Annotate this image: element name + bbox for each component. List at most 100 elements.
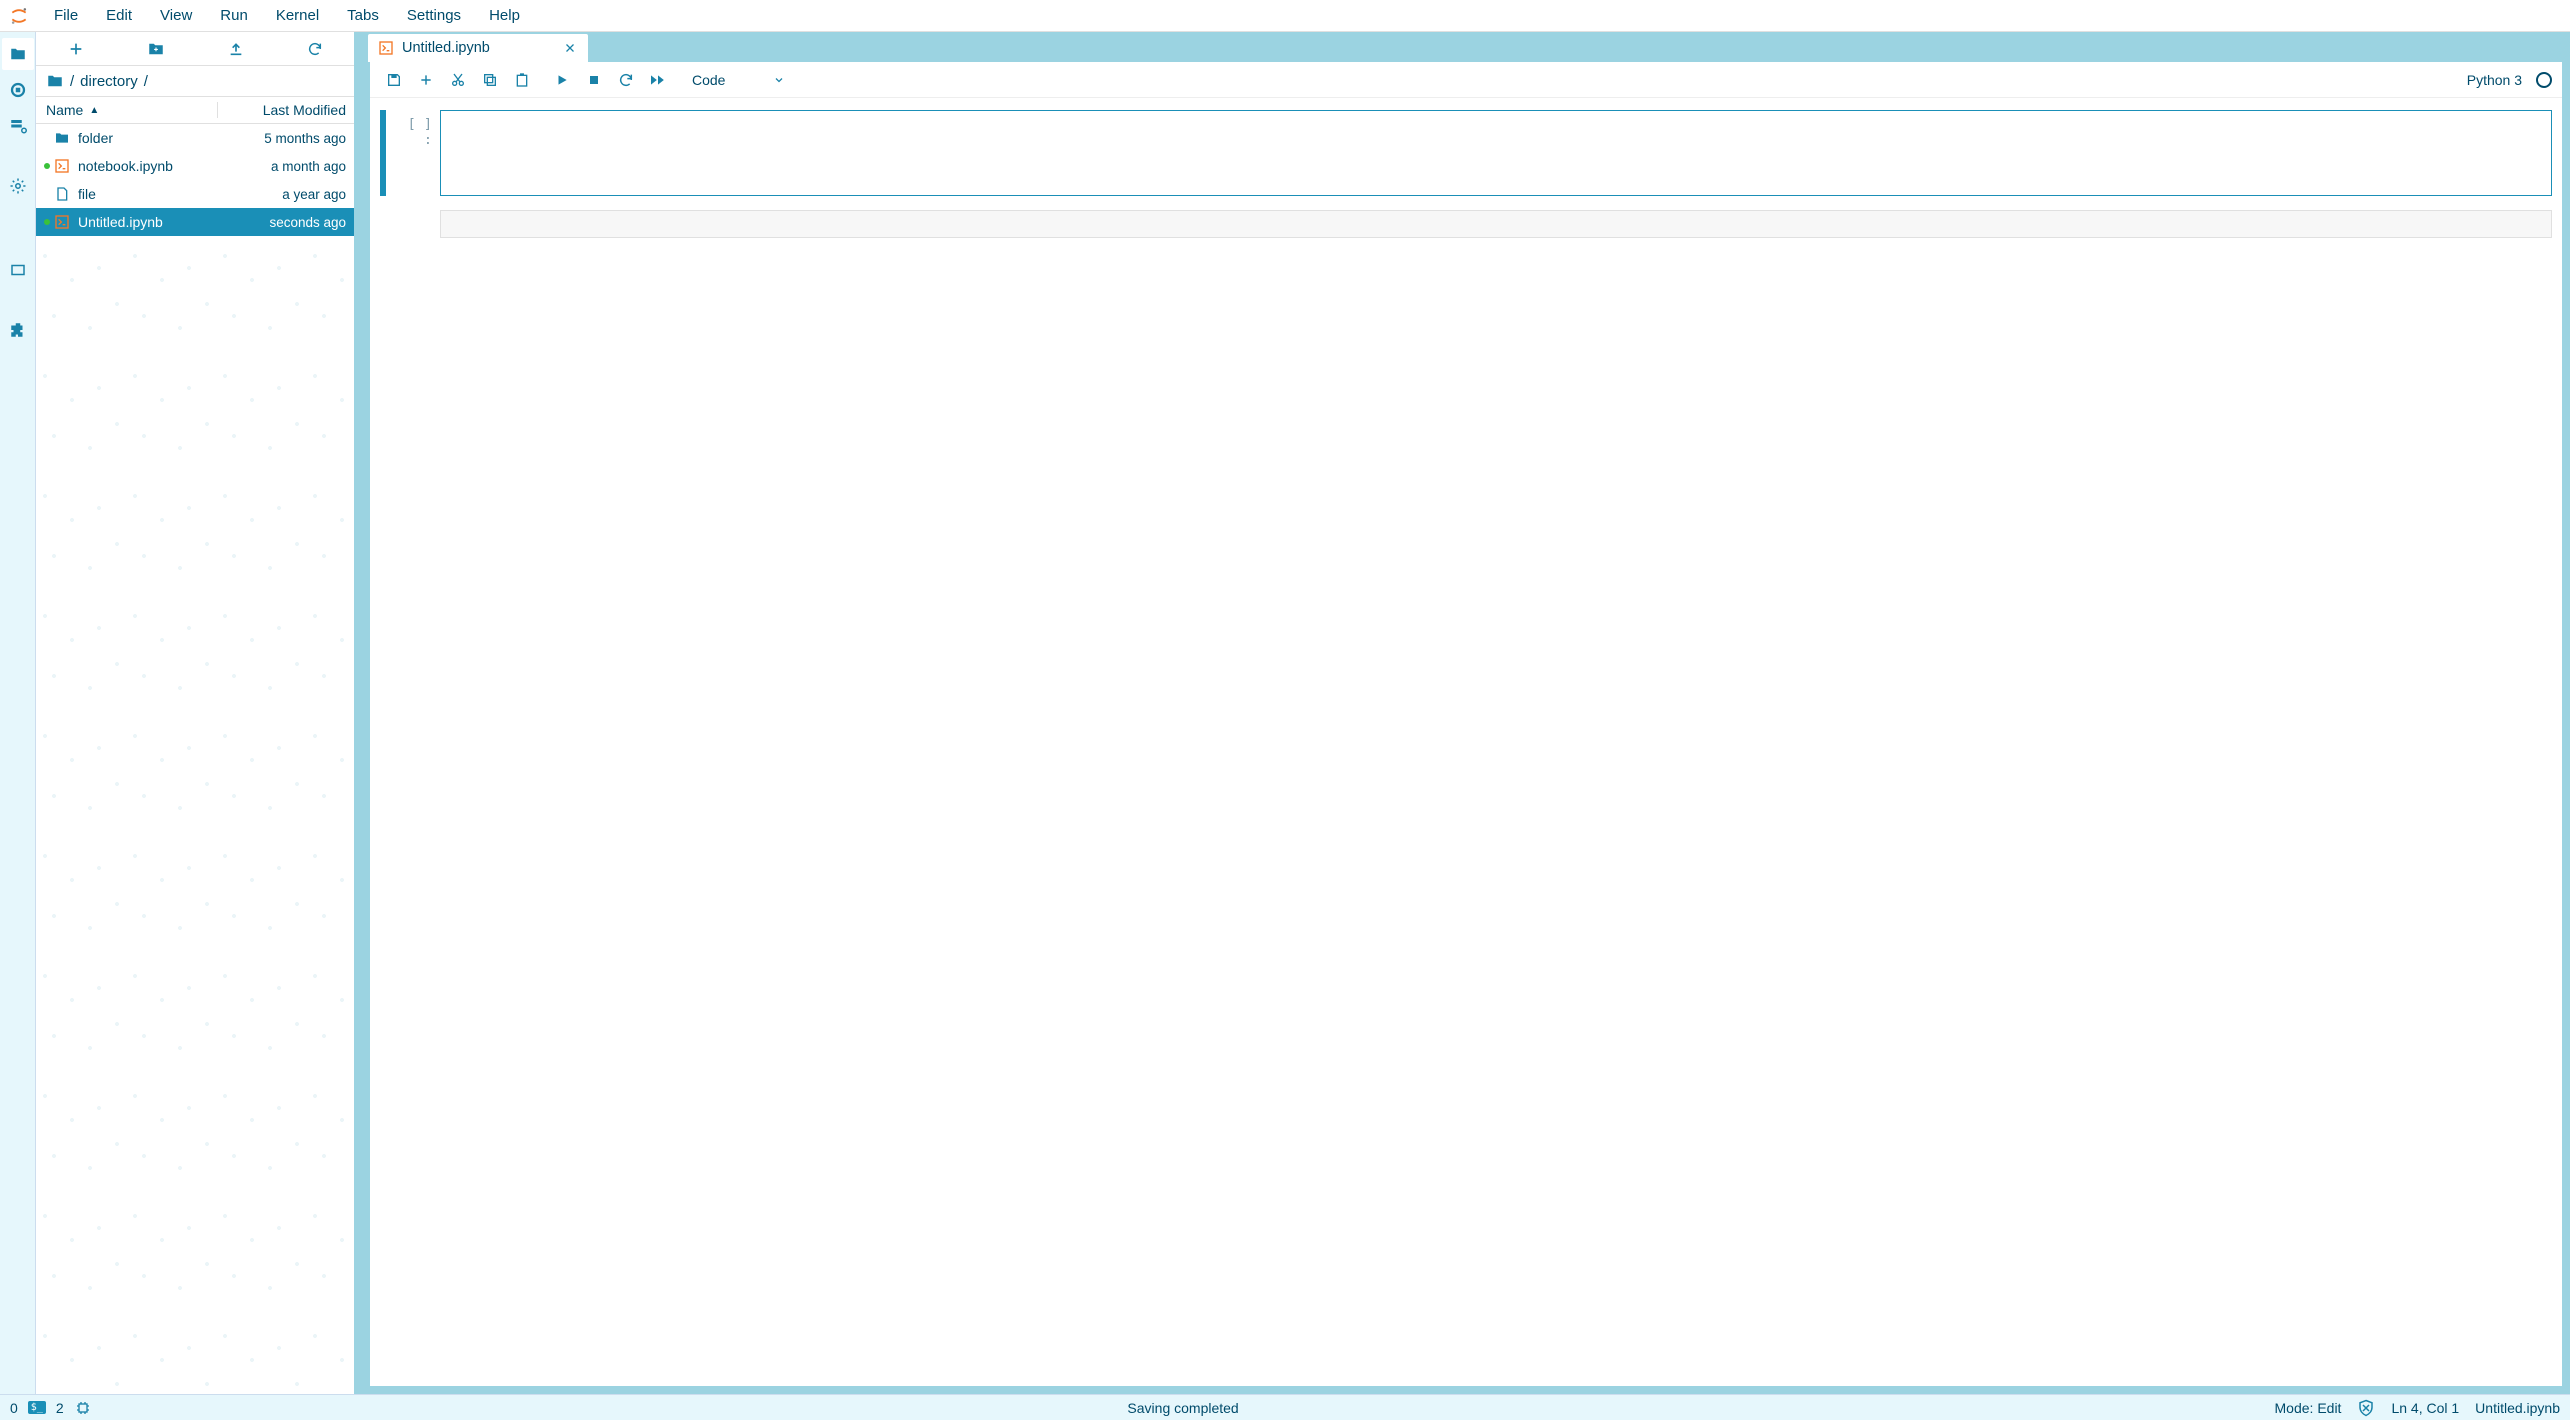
cut-button[interactable] xyxy=(444,66,472,94)
sort-caret-icon: ▲ xyxy=(89,105,99,116)
file-modified: a year ago xyxy=(226,187,346,202)
file-browser-item[interactable]: filea year ago xyxy=(36,180,354,208)
activity-property-inspector[interactable] xyxy=(2,110,34,142)
column-modified[interactable]: Last Modified xyxy=(218,102,354,118)
notebook-toolbar: Code Python 3 xyxy=(370,62,2562,98)
restart-button[interactable] xyxy=(612,66,640,94)
cell-input[interactable] xyxy=(440,210,2552,238)
status-kernels-count[interactable]: 2 xyxy=(56,1400,64,1416)
menu-help[interactable]: Help xyxy=(475,3,534,28)
file-name: file xyxy=(78,186,226,202)
menu-run[interactable]: Run xyxy=(206,3,262,28)
cell-prompt: [ ] : xyxy=(394,110,440,196)
file-browser-toolbar xyxy=(36,32,354,66)
close-icon xyxy=(564,42,576,54)
cell-type-label: Code xyxy=(692,72,725,88)
restart-run-all-button[interactable] xyxy=(644,66,672,94)
notebook-panel: Code Python 3 [ ] : xyxy=(370,62,2562,1386)
breadcrumb-item[interactable]: directory xyxy=(80,73,138,90)
status-cursor[interactable]: Ln 4, Col 1 xyxy=(2391,1400,2459,1416)
status-terminals-count[interactable]: 0 xyxy=(10,1400,18,1416)
file-modified: a month ago xyxy=(226,159,346,174)
file-modified: 5 months ago xyxy=(226,131,346,146)
column-name[interactable]: Name ▲ xyxy=(36,102,218,118)
cell-active-bar xyxy=(380,210,386,238)
activity-settings[interactable] xyxy=(2,170,34,202)
tab-untitled[interactable]: Untitled.ipynb xyxy=(368,34,588,62)
activity-running[interactable] xyxy=(2,74,34,106)
extensions-icon xyxy=(9,321,27,339)
file-browser-list: folder5 months agonotebook.ipynba month … xyxy=(36,124,354,1394)
code-cell[interactable]: [ ] : xyxy=(380,110,2552,196)
file-name: folder xyxy=(78,130,226,146)
work-area: Untitled.ipynb xyxy=(362,32,2570,1394)
notebook-icon xyxy=(378,40,394,56)
settings-gear-icon xyxy=(9,177,27,195)
terminal-icon[interactable]: $_ xyxy=(28,1401,46,1414)
file-browser-item[interactable]: notebook.ipynba month ago xyxy=(36,152,354,180)
status-filename[interactable]: Untitled.ipynb xyxy=(2475,1400,2560,1416)
file-icon xyxy=(54,186,72,202)
file-browser: / directory / Name ▲ Last Modified folde… xyxy=(36,32,362,1394)
menu-kernel[interactable]: Kernel xyxy=(262,3,333,28)
stop-button[interactable] xyxy=(580,66,608,94)
restart-icon xyxy=(618,72,634,88)
folder-icon xyxy=(54,130,72,146)
tab-label: Untitled.ipynb xyxy=(402,40,554,56)
status-message: Saving completed xyxy=(104,1400,2263,1416)
chip-icon[interactable] xyxy=(74,1399,92,1417)
plus-icon xyxy=(419,73,433,87)
file-browser-header: Name ▲ Last Modified xyxy=(36,96,354,124)
activity-filebrowser[interactable] xyxy=(2,38,34,70)
jupyter-logo xyxy=(8,5,30,27)
menu-file[interactable]: File xyxy=(40,3,92,28)
kernel-name[interactable]: Python 3 xyxy=(2467,72,2532,88)
running-dot-icon xyxy=(44,163,50,169)
refresh-icon xyxy=(307,41,323,57)
new-folder-button[interactable] xyxy=(137,36,175,62)
file-browser-item[interactable]: Untitled.ipynbseconds ago xyxy=(36,208,354,236)
menu-view[interactable]: View xyxy=(146,3,206,28)
upload-button[interactable] xyxy=(218,37,254,61)
breadcrumb[interactable]: / directory / xyxy=(36,66,354,96)
notebook-icon xyxy=(54,158,72,174)
paste-button[interactable] xyxy=(508,66,536,94)
insert-cell-button[interactable] xyxy=(412,66,440,94)
folder-icon xyxy=(46,72,64,90)
save-button[interactable] xyxy=(380,66,408,94)
menu-settings[interactable]: Settings xyxy=(393,3,475,28)
copy-button[interactable] xyxy=(476,66,504,94)
tab-bar: Untitled.ipynb xyxy=(362,32,2570,62)
trust-icon[interactable] xyxy=(2357,1399,2375,1417)
tab-close-button[interactable] xyxy=(562,40,578,56)
activity-files-alt[interactable] xyxy=(2,254,34,286)
status-mode[interactable]: Mode: Edit xyxy=(2275,1400,2342,1416)
file-modified: seconds ago xyxy=(226,215,346,230)
cell-input[interactable] xyxy=(440,110,2552,196)
menu-tabs[interactable]: Tabs xyxy=(333,3,393,28)
kernel-indicator-idle-icon[interactable] xyxy=(2536,72,2552,88)
cell-type-selector[interactable]: Code xyxy=(684,72,793,88)
running-dot-icon xyxy=(44,219,50,225)
files-alt-icon xyxy=(9,261,27,279)
running-icon xyxy=(9,81,27,99)
file-name: notebook.ipynb xyxy=(78,158,226,174)
copy-icon xyxy=(482,72,498,88)
menu-edit[interactable]: Edit xyxy=(92,3,146,28)
notebook-icon xyxy=(54,214,72,230)
folder-icon xyxy=(9,45,27,63)
plus-icon xyxy=(68,41,84,57)
menubar: File Edit View Run Kernel Tabs Settings … xyxy=(0,0,2570,32)
new-folder-icon xyxy=(147,40,165,58)
breadcrumb-sep: / xyxy=(144,73,148,90)
activity-extensions[interactable] xyxy=(2,314,34,346)
stop-icon xyxy=(588,74,600,86)
file-name: Untitled.ipynb xyxy=(78,214,226,230)
run-button[interactable] xyxy=(548,66,576,94)
play-icon xyxy=(555,73,569,87)
code-cell[interactable] xyxy=(380,210,2552,238)
new-launcher-button[interactable] xyxy=(58,37,94,61)
refresh-button[interactable] xyxy=(297,37,333,61)
file-browser-item[interactable]: folder5 months ago xyxy=(36,124,354,152)
cut-icon xyxy=(450,72,466,88)
